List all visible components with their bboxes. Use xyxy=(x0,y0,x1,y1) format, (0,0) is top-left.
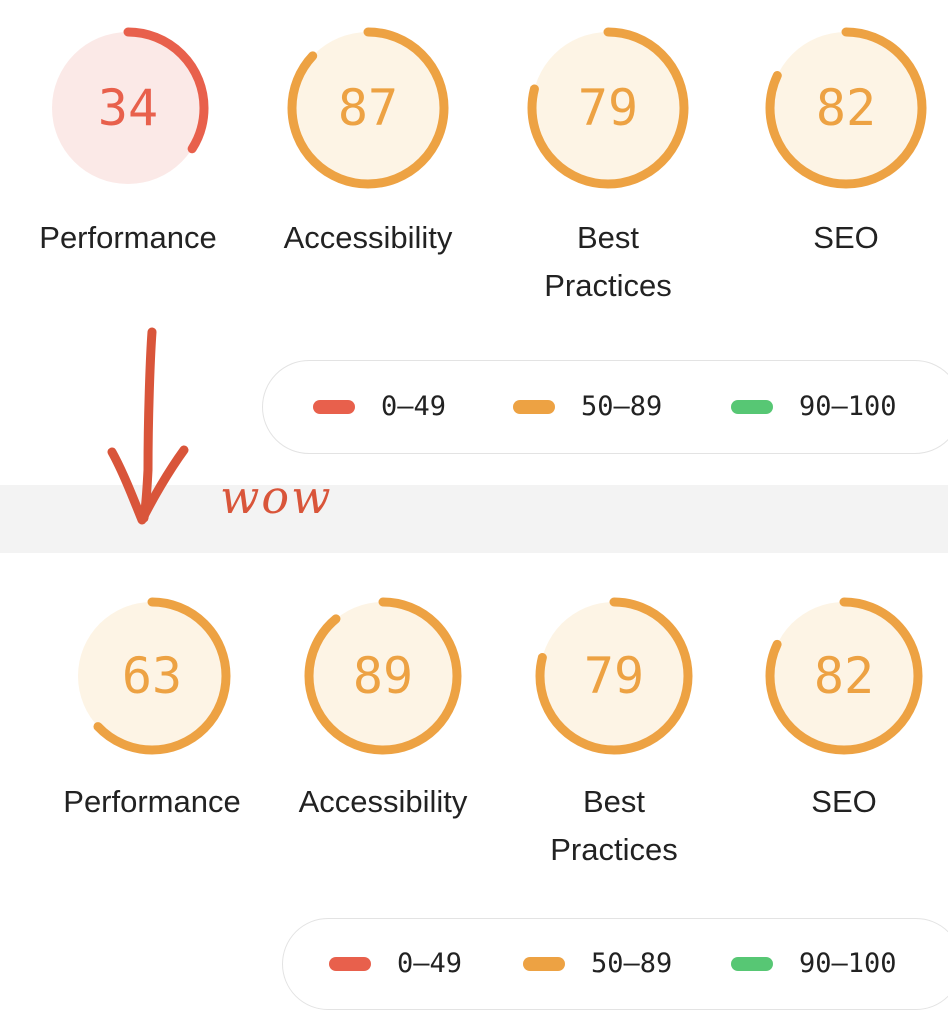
annotation-text: wow xyxy=(220,470,333,524)
category-label: SEO xyxy=(811,784,877,819)
category-label: Best Practices xyxy=(550,784,678,867)
category-label: Best Practices xyxy=(544,220,672,303)
category-label: SEO xyxy=(813,220,879,255)
category-label: Accessibility xyxy=(283,220,453,255)
hand-drawn-down-arrow-icon xyxy=(107,327,189,525)
category-label: Accessibility xyxy=(298,784,468,819)
category-label: Performance xyxy=(39,220,217,255)
category-label: Performance xyxy=(63,784,241,819)
